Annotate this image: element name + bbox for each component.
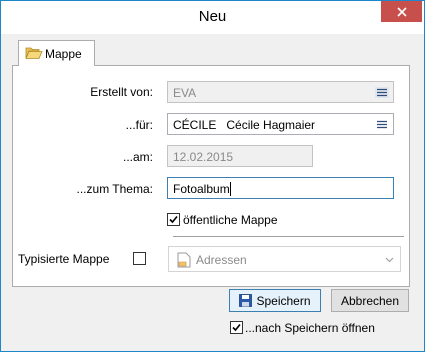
save-button-label: Speichern xyxy=(256,293,311,308)
public-checkbox[interactable] xyxy=(167,213,180,226)
typed-folder-label: Typisierte Mappe xyxy=(18,252,110,266)
folder-open-icon xyxy=(25,47,43,59)
close-button[interactable] xyxy=(381,1,422,22)
close-icon xyxy=(396,6,407,17)
floppy-disk-icon xyxy=(239,294,253,307)
open-after-save-label[interactable]: ...nach Speichern öffnen xyxy=(245,321,375,335)
window-title: Neu xyxy=(198,8,227,25)
open-after-save-row: ...nach Speichern öffnen xyxy=(225,317,410,339)
date-label: ...am: xyxy=(122,150,153,164)
cancel-button-label: Abbrechen xyxy=(340,293,400,308)
type-select-value: Adressen xyxy=(196,253,247,267)
cancel-button[interactable]: Abbrechen xyxy=(331,289,409,312)
created-by-field: EVA xyxy=(167,81,394,103)
created-by-label: Erstellt von: xyxy=(90,85,153,99)
chevron-down-icon xyxy=(385,257,394,263)
for-value: CÉCILE Cécile Hagmaier xyxy=(173,118,316,132)
for-field[interactable]: CÉCILE Cécile Hagmaier xyxy=(167,113,394,135)
checkmark-icon xyxy=(169,215,178,224)
title-bar: Neu xyxy=(1,1,424,34)
typed-folder-checkbox[interactable] xyxy=(133,252,146,265)
section-divider xyxy=(173,236,404,237)
tab-label: Mappe xyxy=(45,47,82,61)
date-field: 12.02.2015 xyxy=(167,145,313,167)
tab-mappe[interactable]: Mappe xyxy=(18,40,95,66)
mappe-panel: Erstellt von: EVA ...für: CÉCILE Cécile … xyxy=(12,65,410,287)
dialog-window: Neu Mappe Erstellt von: EVA ...für: CÉCI… xyxy=(0,0,425,352)
checkmark-icon xyxy=(232,323,241,332)
date-value: 12.02.2015 xyxy=(173,150,234,164)
text-caret xyxy=(229,182,231,196)
address-card-icon xyxy=(177,252,191,268)
open-after-save-checkbox[interactable] xyxy=(230,321,243,334)
created-by-value: EVA xyxy=(173,86,197,100)
topic-label: ...zum Thema: xyxy=(76,182,153,196)
type-select: Adressen xyxy=(168,246,401,272)
list-menu-icon[interactable] xyxy=(375,87,389,98)
save-button[interactable]: Speichern xyxy=(229,289,321,312)
topic-input[interactable]: Fotoalbum xyxy=(167,177,394,199)
for-label: ...für: xyxy=(125,118,153,132)
list-menu-icon[interactable] xyxy=(375,119,389,130)
topic-value: Fotoalbum xyxy=(173,182,230,196)
public-checkbox-label[interactable]: öffentliche Mappe xyxy=(183,213,278,227)
